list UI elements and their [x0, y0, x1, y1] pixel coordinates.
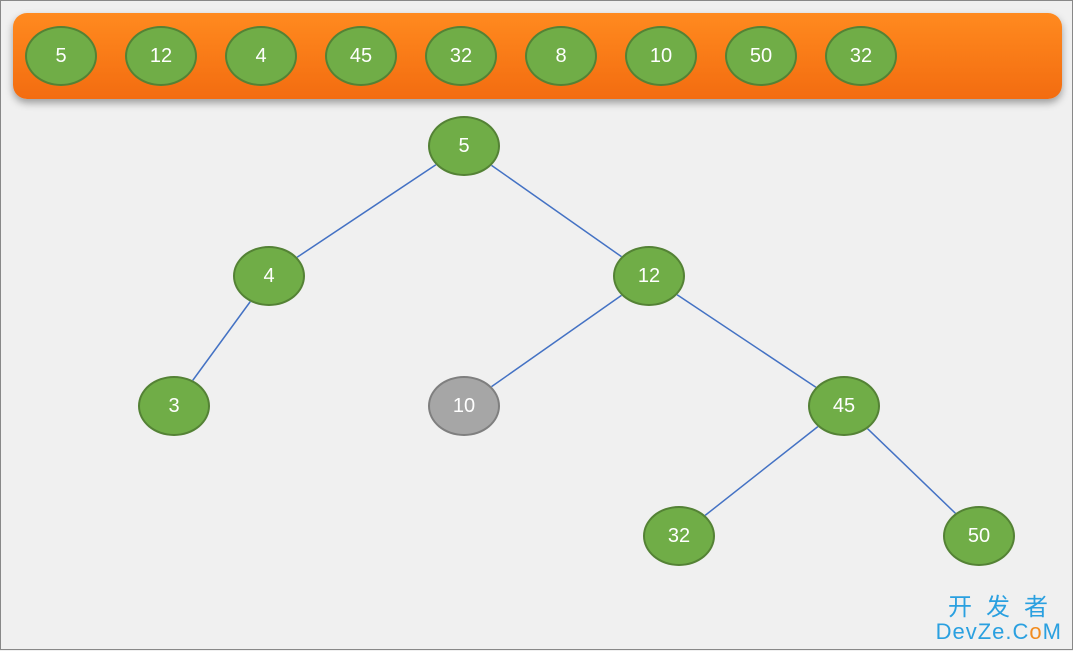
tree-edge	[677, 295, 816, 388]
tree-edge	[193, 302, 251, 381]
tree-edge	[492, 295, 622, 386]
tree-node: 4	[233, 246, 305, 306]
tree-node: 45	[808, 376, 880, 436]
tree-node: 5	[428, 116, 500, 176]
watermark-line1: 开发者	[936, 595, 1062, 620]
watermark-line2: DevZe.CoM	[936, 620, 1062, 643]
tree-edge	[297, 165, 436, 258]
array-item: 32	[825, 26, 897, 86]
array-item: 12	[125, 26, 197, 86]
array-item: 10	[625, 26, 697, 86]
array-item: 50	[725, 26, 797, 86]
array-item: 5	[25, 26, 97, 86]
tree-node: 50	[943, 506, 1015, 566]
tree-node: 12	[613, 246, 685, 306]
tree-node: 10	[428, 376, 500, 436]
watermark: 开发者 DevZe.CoM	[936, 595, 1062, 643]
tree-edge	[492, 165, 622, 256]
array-item: 32	[425, 26, 497, 86]
tree-edge	[705, 427, 818, 516]
array-item: 4	[225, 26, 297, 86]
tree-node: 32	[643, 506, 715, 566]
array-item: 45	[325, 26, 397, 86]
tree-node: 3	[138, 376, 210, 436]
array-bar: 5 12 4 45 32 8 10 50 32	[13, 13, 1062, 99]
array-item: 8	[525, 26, 597, 86]
tree-edge	[868, 429, 956, 514]
